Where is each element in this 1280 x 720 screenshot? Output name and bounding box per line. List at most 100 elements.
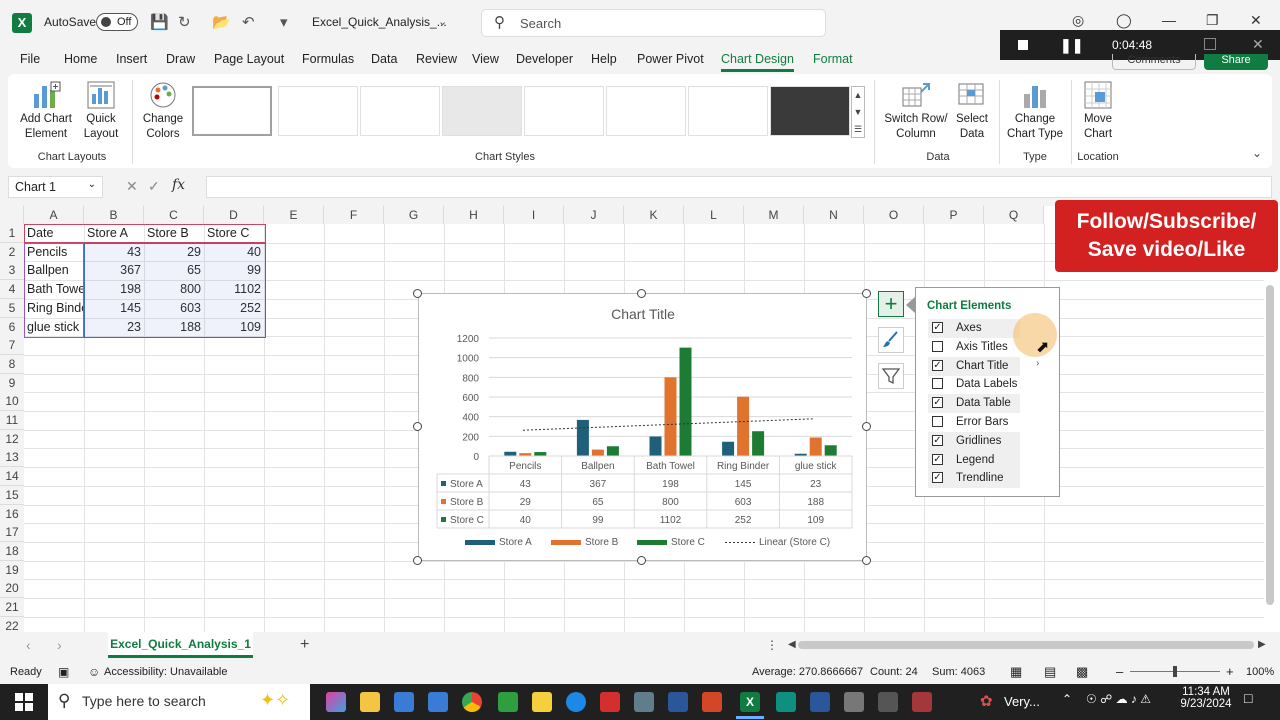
formula-input[interactable] xyxy=(206,176,1272,198)
prev-sheet-icon[interactable]: ‹ xyxy=(26,637,31,653)
publisher-icon[interactable] xyxy=(776,692,796,712)
notifications-icon[interactable]: □ xyxy=(1244,690,1252,706)
name-box-chevron-icon[interactable]: ⌄ xyxy=(88,179,96,190)
checkbox[interactable]: ✓ xyxy=(932,434,943,446)
row-header[interactable]: 9 xyxy=(0,373,24,393)
collapse-ribbon-icon[interactable]: ⌄ xyxy=(1252,146,1262,160)
scroll-left-icon[interactable]: ◀ xyxy=(788,639,796,650)
select-all-corner[interactable] xyxy=(0,206,24,224)
chart-element-option[interactable]: ✓ Trendline xyxy=(928,469,1020,489)
clock[interactable]: 11:34 AM 9/23/2024 xyxy=(1178,686,1234,710)
name-box[interactable]: Chart 1 ⌄ xyxy=(8,176,103,198)
tab-page-layout[interactable]: Page Layout xyxy=(214,52,284,66)
tab-draw[interactable]: Draw xyxy=(166,52,195,66)
row-header[interactable]: 15 xyxy=(0,485,24,505)
store-icon[interactable] xyxy=(394,692,414,712)
tab-developer[interactable]: Developer xyxy=(516,52,573,66)
tab-format[interactable]: Format xyxy=(813,52,853,66)
sheet-tab[interactable]: Excel_Quick_Analysis_1 xyxy=(108,632,253,658)
checkbox[interactable] xyxy=(932,416,943,427)
table-cell[interactable]: 603 xyxy=(144,299,204,318)
open-folder-icon[interactable]: 📂 xyxy=(212,13,231,31)
column-header[interactable]: E xyxy=(264,206,324,224)
tab-home[interactable]: Home xyxy=(64,52,97,66)
column-header[interactable]: K xyxy=(624,206,684,224)
resize-handle[interactable] xyxy=(413,289,422,298)
table-cell[interactable]: 23 xyxy=(84,318,144,337)
excel-taskbar-icon[interactable]: X xyxy=(740,692,760,712)
share-button[interactable]: Share xyxy=(1204,54,1268,70)
table-cell[interactable]: 188 xyxy=(144,318,204,337)
table-cell[interactable]: 109 xyxy=(204,318,264,337)
row-header[interactable]: 7 xyxy=(0,336,24,356)
tab-data[interactable]: Data xyxy=(371,52,397,66)
table-cell[interactable]: 1102 xyxy=(204,280,264,299)
row-header[interactable]: 1 xyxy=(0,224,24,243)
checkbox[interactable] xyxy=(932,340,943,352)
tab-review[interactable]: Review xyxy=(416,52,457,66)
zoom-level[interactable]: 100% xyxy=(1246,666,1274,678)
resize-handle[interactable] xyxy=(637,556,646,565)
styles-scroll[interactable]: ▲ ▼ ☰ xyxy=(851,86,865,138)
undo-icon[interactable]: ↶ xyxy=(242,13,255,31)
tab-chart-design[interactable]: Chart Design xyxy=(721,52,794,72)
vertical-scrollbar[interactable] xyxy=(1266,285,1274,605)
column-header[interactable]: J xyxy=(564,206,624,224)
table-cell[interactable]: Store C xyxy=(204,224,264,243)
switch-row-column-button[interactable]: Switch Row/ Column xyxy=(882,80,950,142)
table-cell[interactable]: Bath Towe xyxy=(24,280,84,299)
tab-file[interactable]: File xyxy=(20,52,40,66)
row-header[interactable]: 6 xyxy=(0,317,24,337)
table-cell[interactable]: 800 xyxy=(144,280,204,299)
chart-element-option[interactable]: Axis Titles xyxy=(928,338,1020,357)
row-header[interactable]: 4 xyxy=(0,280,24,300)
chart-element-option[interactable]: ✓ Chart Title xyxy=(928,356,1020,376)
table-cell[interactable]: 99 xyxy=(204,261,264,280)
redo-icon[interactable]: ↻ xyxy=(178,13,191,31)
checkbox[interactable]: ✓ xyxy=(932,397,943,409)
comments-button[interactable]: Comments xyxy=(1112,54,1196,70)
row-header[interactable]: 18 xyxy=(0,541,24,561)
column-header[interactable]: P xyxy=(924,206,984,224)
row-header[interactable]: 2 xyxy=(0,242,24,262)
table-cell[interactable]: Pencils xyxy=(24,243,84,262)
zoom-out-icon[interactable]: – xyxy=(1116,664,1123,679)
access-icon[interactable] xyxy=(912,692,932,712)
resize-handle[interactable] xyxy=(862,422,871,431)
change-colors-button[interactable]: Change Colors xyxy=(138,80,188,142)
tab-help[interactable]: Help xyxy=(591,52,617,66)
table-cell[interactable]: 198 xyxy=(84,280,144,299)
table-cell[interactable]: Store B xyxy=(144,224,204,243)
chevron-down-icon[interactable]: ⌄ xyxy=(438,15,447,28)
table-cell[interactable]: Ring Binde xyxy=(24,299,84,318)
table-cell[interactable]: glue stick xyxy=(24,318,84,337)
mail-icon[interactable] xyxy=(428,692,448,712)
save-icon[interactable]: 💾 xyxy=(150,13,169,31)
checkbox[interactable]: ✓ xyxy=(932,322,943,333)
chart-filters-funnel-icon[interactable] xyxy=(878,363,904,389)
taskbar-search[interactable]: ⚲ Type here to search ✦✧ xyxy=(48,684,310,720)
checkbox[interactable]: ✓ xyxy=(932,359,943,371)
app-icon[interactable] xyxy=(810,692,830,712)
column-header[interactable]: A xyxy=(24,206,84,224)
camera-icon[interactable] xyxy=(634,692,654,712)
horizontal-scrollbar[interactable] xyxy=(798,641,1254,649)
app-icon[interactable] xyxy=(844,692,864,712)
powerpoint-icon[interactable] xyxy=(702,692,722,712)
column-header[interactable]: B xyxy=(84,206,144,224)
change-chart-type-button[interactable]: Change Chart Type xyxy=(1004,80,1066,142)
table-cell[interactable]: Date xyxy=(24,224,84,243)
column-header[interactable]: C xyxy=(144,206,204,224)
add-sheet-icon[interactable]: + xyxy=(300,636,309,654)
table-cell[interactable]: Store A xyxy=(84,224,144,243)
sticky-notes-icon[interactable] xyxy=(532,692,552,712)
row-header[interactable]: 3 xyxy=(0,261,24,281)
weather-icon[interactable]: ✿ xyxy=(980,692,993,710)
resize-handle[interactable] xyxy=(862,289,871,298)
chart-area[interactable]: Chart Title 0 200 400 600 800 1000 1200 Pencils B… xyxy=(418,293,867,561)
tab-formulas[interactable]: Formulas xyxy=(302,52,354,66)
row-header[interactable]: 11 xyxy=(0,411,24,430)
chart-style-2[interactable] xyxy=(278,86,358,136)
row-header[interactable]: 13 xyxy=(0,448,24,468)
tray-icons[interactable]: ☉ ☍ ☁ ♪ ⚠ xyxy=(1086,692,1151,706)
